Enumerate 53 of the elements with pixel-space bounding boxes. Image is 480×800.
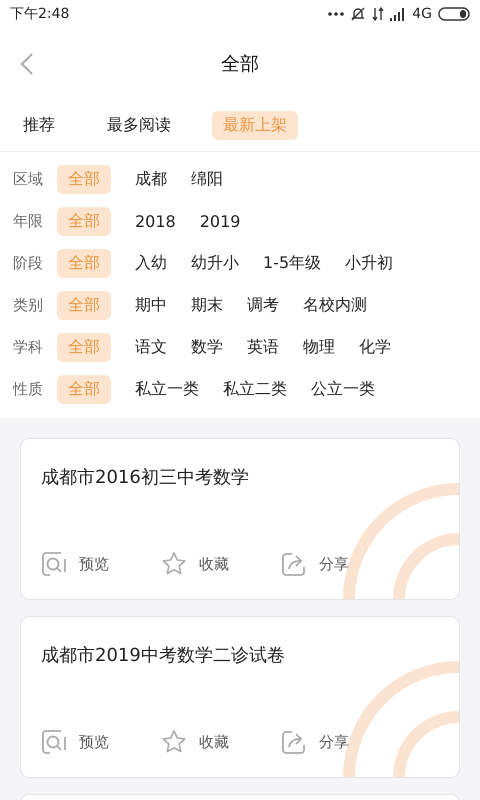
filter-option[interactable]: 2018 (135, 208, 176, 234)
filter-option[interactable]: 期中 (135, 290, 167, 320)
filter-option[interactable]: 2019 (200, 208, 240, 234)
search-icon (41, 729, 67, 755)
page-title: 全部 (221, 52, 259, 77)
filter-option[interactable]: 入幼 (135, 248, 167, 278)
share-button[interactable]: 分享 (281, 729, 371, 755)
back-icon[interactable] (20, 52, 34, 76)
filter-option[interactable]: 名校内测 (303, 290, 367, 320)
filter-option[interactable]: 英语 (247, 332, 279, 362)
document-card[interactable]: 成都市2016初三中考数学 预览 收藏 分享 (20, 438, 460, 600)
favorite-button[interactable]: 收藏 (161, 729, 251, 755)
share-icon (281, 551, 307, 577)
share-button[interactable]: 分享 (281, 551, 371, 577)
status-time: 下午2:48 (10, 5, 70, 23)
network-type: 4G (412, 6, 432, 22)
filter-label: 区域 (13, 170, 44, 188)
tab[interactable]: 最多阅读 (96, 111, 182, 140)
signal-icon (390, 8, 406, 20)
filter-option[interactable]: 成都 (135, 164, 167, 194)
favorite-button[interactable]: 收藏 (161, 551, 251, 577)
tab[interactable]: 推荐 (12, 111, 66, 140)
filter-option[interactable]: 调考 (247, 290, 279, 320)
filter-option[interactable]: 数学 (191, 332, 223, 362)
more-icon (328, 12, 344, 16)
preview-button[interactable]: 预览 (41, 551, 131, 577)
document-card[interactable]: 成都市2019中考数学二诊试卷 预览 收藏 分享 (20, 616, 460, 778)
filter-option[interactable]: 物理 (303, 332, 335, 362)
filter-option[interactable]: 私立二类 (223, 374, 287, 404)
filter-option[interactable]: 1-5年级 (263, 248, 322, 278)
filter-option[interactable]: 期末 (191, 290, 223, 320)
share-icon (281, 729, 307, 755)
star-icon (161, 729, 187, 755)
battery-icon (438, 7, 470, 21)
search-icon (41, 551, 67, 577)
muted-bell-icon (350, 6, 366, 22)
filter-option[interactable]: 小升初 (345, 248, 394, 278)
filter-label: 类别 (13, 296, 44, 314)
filter-option[interactable]: 公立一类 (311, 374, 375, 404)
filter-label: 性质 (13, 380, 44, 398)
filter-option[interactable]: 绵阳 (191, 164, 223, 194)
preview-button[interactable]: 预览 (41, 729, 131, 755)
data-arrows-icon (372, 7, 384, 21)
filter-option[interactable]: 化学 (359, 332, 391, 362)
document-title: 成都市2019中考数学二诊试卷 (41, 644, 285, 667)
star-icon (161, 551, 187, 577)
filter-label: 阶段 (13, 254, 44, 272)
filter-option[interactable]: 私立一类 (135, 374, 199, 404)
filter-option[interactable]: 幼升小 (191, 248, 239, 278)
filter-option[interactable]: 语文 (135, 332, 167, 362)
filter-label: 学科 (13, 338, 44, 356)
document-title: 成都市2016初三中考数学 (41, 466, 249, 489)
filter-label: 年限 (13, 212, 44, 230)
